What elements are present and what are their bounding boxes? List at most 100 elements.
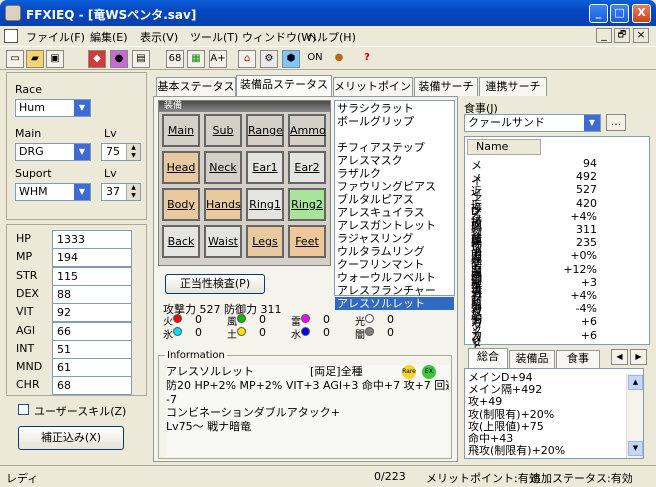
- spinner-arrows-icon[interactable]: ▲ ▼: [126, 184, 140, 200]
- list-item[interactable]: ウルタラムリング: [335, 245, 454, 258]
- tool-gem-icon[interactable]: ⬢: [282, 50, 300, 68]
- stat-value[interactable]: 61: [52, 358, 132, 378]
- menu-help[interactable]: ヘルプ(H): [306, 29, 356, 45]
- list-item[interactable]: ブルタルピアス: [335, 193, 454, 206]
- menu-edit[interactable]: 編集(E): [90, 29, 128, 45]
- slot-ring2[interactable]: Ring2: [288, 188, 326, 221]
- tool-aplus-icon[interactable]: A+: [209, 50, 227, 68]
- tool-on-icon[interactable]: ON: [306, 50, 324, 68]
- new-file-icon[interactable]: ▭: [6, 50, 24, 68]
- stat-value[interactable]: 115: [52, 266, 132, 286]
- slot-neck[interactable]: Neck: [204, 151, 242, 184]
- stat-value[interactable]: 1333: [52, 230, 132, 249]
- menu-file[interactable]: ファイル(F): [26, 29, 85, 45]
- food-browse-button[interactable]: ...: [606, 114, 626, 131]
- mdi-close-button[interactable]: ×: [633, 28, 649, 43]
- tool-page-icon[interactable]: ▤: [132, 50, 150, 68]
- main-lv-spinner[interactable]: 75 ▲ ▼: [101, 143, 141, 161]
- user-skill-checkbox[interactable]: [18, 404, 29, 415]
- tool-red-icon[interactable]: ◆: [88, 50, 106, 68]
- tab-scroll-right-icon[interactable]: ▶: [630, 349, 647, 365]
- support-job-select[interactable]: WHM ▼: [15, 183, 91, 201]
- slot-back[interactable]: Back: [162, 225, 200, 258]
- tab-summary[interactable]: 総合: [468, 348, 508, 368]
- food-select[interactable]: クァールサンド ▼: [464, 114, 601, 132]
- tab-merit-points[interactable]: メリットポイント: [333, 77, 422, 96]
- support-lv-spinner[interactable]: 37 ▲ ▼: [101, 183, 141, 201]
- element-dot-icon: [301, 327, 310, 336]
- mdi-restore-button[interactable]: 🗗: [614, 28, 630, 43]
- stat-value[interactable]: 194: [52, 248, 132, 268]
- slot-hands[interactable]: Hands: [204, 188, 242, 221]
- list-item[interactable]: アレスソルレット: [335, 297, 454, 310]
- tool-68-icon[interactable]: 68: [166, 50, 184, 68]
- tool-burger-icon[interactable]: ●: [330, 50, 348, 68]
- main-job-select[interactable]: DRG ▼: [15, 143, 91, 161]
- list-item[interactable]: ファウリングピアス: [335, 180, 454, 193]
- maximize-button[interactable]: □: [610, 4, 629, 23]
- equipment-item-list[interactable]: サラシクラット ボールグリップ チフィアステップ アレスマスク ラザルク ファウリングピア…: [334, 100, 455, 310]
- stat-value[interactable]: 66: [52, 321, 132, 341]
- list-item[interactable]: ウォーウルフベルト: [335, 271, 454, 284]
- list-item[interactable]: ラジャスリング: [335, 232, 454, 245]
- list-item[interactable]: ラザルク: [335, 167, 454, 180]
- race-select[interactable]: Hum ▼: [15, 99, 91, 117]
- tab-scroll-left-icon[interactable]: ◀: [611, 349, 628, 365]
- chevron-down-icon[interactable]: ▼: [74, 100, 90, 116]
- list-item[interactable]: チフィアステップ: [335, 141, 454, 154]
- list-item[interactable]: [335, 128, 454, 141]
- stat-value[interactable]: 88: [52, 284, 132, 304]
- list-item[interactable]: アレスフランチャー: [335, 284, 454, 297]
- stat-value[interactable]: 51: [52, 339, 132, 359]
- list-item[interactable]: アレスキュイラス: [335, 206, 454, 219]
- chevron-down-icon[interactable]: ▼: [74, 184, 90, 200]
- summary-scrollbar[interactable]: ▲ ▼: [626, 374, 643, 458]
- list-item[interactable]: サラシクラット: [335, 102, 454, 115]
- app-icon[interactable]: [5, 5, 21, 21]
- spinner-arrows-icon[interactable]: ▲ ▼: [126, 144, 140, 160]
- slot-waist[interactable]: Waist: [204, 225, 242, 258]
- tab-skillchain-search[interactable]: 連携サーチ: [479, 77, 547, 96]
- tab-equip-search[interactable]: 装備サーチ: [414, 77, 478, 96]
- help-question-icon[interactable]: ?: [358, 50, 376, 68]
- slot-range[interactable]: Range: [246, 114, 284, 147]
- tool-purple-icon[interactable]: ●: [110, 50, 128, 68]
- tab-equipment[interactable]: 装備品: [509, 350, 555, 368]
- tab-basic-status[interactable]: 基本ステータス: [156, 77, 236, 96]
- slot-ammo[interactable]: Ammo: [288, 114, 326, 147]
- validate-button[interactable]: 正当性検査(P): [165, 274, 265, 294]
- slot-main[interactable]: Main: [162, 114, 200, 147]
- slot-head[interactable]: Head: [162, 151, 200, 184]
- tool-gear-icon[interactable]: ⚙: [260, 50, 278, 68]
- list-item[interactable]: ボールグリップ: [335, 115, 454, 128]
- stat-value[interactable]: 68: [52, 376, 132, 396]
- scroll-up-icon[interactable]: ▲: [628, 375, 643, 390]
- slot-ring1[interactable]: Ring1: [246, 188, 284, 221]
- stat-value[interactable]: 92: [52, 303, 132, 323]
- save-icon[interactable]: ▣: [46, 50, 64, 68]
- open-folder-icon[interactable]: ▰: [26, 50, 44, 68]
- slot-body[interactable]: Body: [162, 188, 200, 221]
- correction-button[interactable]: 補正込み(X): [18, 426, 124, 450]
- chevron-down-icon[interactable]: ▼: [74, 144, 90, 160]
- list-item[interactable]: アレスマスク: [335, 154, 454, 167]
- tool-grid-icon[interactable]: ▦: [187, 50, 205, 68]
- scroll-down-icon[interactable]: ▼: [628, 441, 643, 456]
- mdi-minimize-button[interactable]: _: [596, 28, 612, 43]
- tab-equipment-status[interactable]: 装備品ステータス: [236, 75, 332, 97]
- slot-ear2[interactable]: Ear2: [288, 151, 326, 184]
- menu-tools[interactable]: ツール(T): [190, 29, 238, 45]
- slot-ear1[interactable]: Ear1: [246, 151, 284, 184]
- document-icon[interactable]: [4, 29, 18, 43]
- tab-food[interactable]: 食事: [556, 350, 600, 368]
- close-button[interactable]: X: [632, 4, 651, 23]
- list-item[interactable]: クーフリンマント: [335, 258, 454, 271]
- chevron-down-icon[interactable]: ▼: [584, 115, 600, 131]
- slot-feet[interactable]: Feet: [288, 225, 326, 258]
- minimize-button[interactable]: _: [589, 4, 608, 23]
- slot-sub[interactable]: Sub: [204, 114, 242, 147]
- menu-view[interactable]: 表示(V): [140, 29, 178, 45]
- tool-home-icon[interactable]: ⌂: [238, 50, 256, 68]
- list-item[interactable]: アレスガントレット: [335, 219, 454, 232]
- slot-legs[interactable]: Legs: [246, 225, 284, 258]
